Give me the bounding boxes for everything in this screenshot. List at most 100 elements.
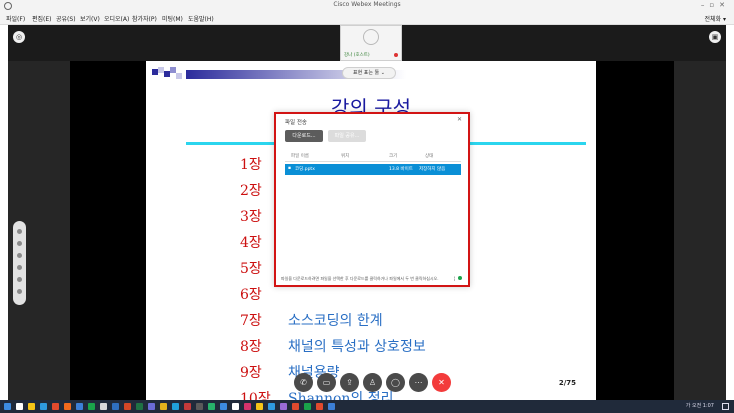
menu-meeting[interactable]: 미팅(M) (162, 14, 183, 23)
window-title: Cisco Webex Meetings (333, 1, 401, 8)
app-icon[interactable] (292, 403, 299, 410)
menu-help[interactable]: 도움말(H) (188, 14, 214, 23)
share-icon[interactable]: ⇪ (340, 373, 359, 392)
pin-icon[interactable]: ¦ (453, 276, 455, 282)
fullscreen-menu[interactable]: 전체화 ▾ (705, 14, 726, 23)
search-icon[interactable] (16, 403, 23, 410)
column-header: 위치 (341, 154, 350, 159)
word-icon[interactable] (112, 403, 119, 410)
menu-audio[interactable]: 오디오(A) (104, 14, 129, 23)
info-icon[interactable]: ◎ (13, 31, 25, 43)
column-header: 파일 이름 (291, 154, 309, 159)
video-icon[interactable]: ▭ (317, 373, 336, 392)
app-icon[interactable] (100, 403, 107, 410)
download-button[interactable]: 다운로드... (285, 130, 323, 142)
excel-icon[interactable] (136, 403, 143, 410)
app-icon[interactable] (172, 403, 179, 410)
chapter-title: 소스코딩의 한계 (288, 313, 383, 329)
annotation-toolbar[interactable] (13, 221, 26, 305)
line-tool-icon[interactable] (17, 253, 22, 258)
app-icon[interactable] (76, 403, 83, 410)
app-icon[interactable] (196, 403, 203, 410)
folder-icon[interactable] (28, 403, 35, 410)
left-panel (8, 61, 70, 400)
chapter-number: 8장 (240, 339, 262, 355)
chapter-number: 3장 (240, 209, 262, 225)
chapter-item: 6장 (240, 284, 570, 306)
muted-icon (394, 53, 398, 57)
phone-icon[interactable]: ✆ (294, 373, 313, 392)
chapter-number: 10장 (240, 391, 271, 400)
chapter-number: 4장 (240, 235, 262, 251)
file-table-header: 파일 이름 위치 크기 상태 (285, 152, 461, 162)
participants-icon[interactable]: ♙ (363, 373, 382, 392)
column-header: 크기 (389, 154, 398, 159)
table-row[interactable]: ▪ 코딩.pptx 13.8 바이트 저장하지 않음 (285, 164, 461, 175)
close-icon[interactable]: ✕ (457, 116, 462, 123)
dialog-footer-icons: ¦ (453, 276, 462, 282)
menu-file[interactable]: 파일(F) (6, 14, 25, 23)
end-call-icon[interactable]: ✕ (432, 373, 451, 392)
chapter-number: 1장 (240, 157, 262, 173)
share-file-button[interactable]: 파일 공유... (328, 130, 366, 142)
slide-page-number: 2/75 (558, 379, 576, 387)
app-icon[interactable] (64, 403, 71, 410)
file-transfer-dialog: 파일 전송 ✕ 다운로드... 파일 공유... 파일 이름 위치 크기 상태 … (274, 112, 470, 287)
right-panel (674, 61, 726, 400)
webex-taskbar-icon[interactable] (208, 403, 215, 410)
avatar (363, 29, 379, 45)
view-options-dropdown[interactable]: 표현 표는 툴 ⌄ (342, 67, 396, 79)
meeting-area: ◎ 강나 (호스트) ▣ 표현 표는 툴 ⌄ 강의 구성 1장 2장 3장 4장… (8, 25, 726, 400)
chapter-number: 5장 (240, 261, 262, 277)
edge-icon[interactable] (40, 403, 47, 410)
app-icon[interactable] (148, 403, 155, 410)
app-icon[interactable] (88, 403, 95, 410)
app-icon[interactable] (316, 403, 323, 410)
app-icon[interactable] (328, 403, 335, 410)
app-icon[interactable] (304, 403, 311, 410)
pointer-icon[interactable] (17, 229, 22, 234)
app-icon[interactable] (256, 403, 263, 410)
column-header: 상태 (425, 154, 434, 159)
app-icon[interactable] (232, 403, 239, 410)
chrome-icon[interactable] (52, 403, 59, 410)
chapter-item: 9장 채널용량 (240, 362, 570, 384)
menu-bar: 파일(F) 편집(E) 공유(S) 보기(V) 오디오(A) 참가자(P) 미팅… (0, 13, 734, 25)
chat-icon[interactable]: ◯ (386, 373, 405, 392)
title-bar: Cisco Webex Meetings –▫✕ (0, 0, 734, 13)
more-icon[interactable]: ⋯ (409, 373, 428, 392)
eraser-icon[interactable] (17, 289, 22, 294)
powerpoint-icon[interactable] (124, 403, 131, 410)
self-video-thumbnail[interactable]: 강나 (호스트) (340, 25, 402, 61)
chapter-item: 10장 Shannon의 정리 (240, 388, 570, 400)
layout-icon[interactable]: ▣ (709, 31, 721, 43)
dialog-footer-text: 파일을 다운로드하려면 파일을 선택한 후 다운로드를 클릭하거나 파일에서 두… (281, 276, 439, 281)
chapter-number: 2장 (240, 183, 262, 199)
windows-start-icon[interactable] (4, 403, 11, 410)
zoom-in-icon[interactable] (17, 265, 22, 270)
chapter-item: 8장 채널의 특성과 상호정보 (240, 336, 570, 358)
slide-margin-right (596, 61, 674, 400)
app-icon[interactable] (244, 403, 251, 410)
system-tray-clock[interactable]: 가 오전 1:07 (686, 402, 714, 409)
app-icon[interactable] (220, 403, 227, 410)
text-tool-icon[interactable] (17, 241, 22, 246)
file-name: 코딩.pptx (295, 167, 315, 172)
meeting-top-bar: ◎ 강나 (호스트) ▣ (8, 25, 726, 61)
zoom-out-icon[interactable] (17, 277, 22, 282)
chapter-number: 7장 (240, 313, 262, 329)
menu-participants[interactable]: 참가자(P) (132, 14, 157, 23)
file-icon: ▪ (288, 166, 292, 171)
self-name: 강나 (호스트) (344, 53, 370, 58)
slide-decoration (152, 67, 186, 81)
menu-share[interactable]: 공유(S) (56, 14, 76, 23)
menu-edit[interactable]: 편집(E) (32, 14, 52, 23)
window-controls[interactable]: –▫✕ (701, 1, 730, 9)
app-icon[interactable] (160, 403, 167, 410)
app-icon[interactable] (268, 403, 275, 410)
menu-view[interactable]: 보기(V) (80, 14, 100, 23)
app-icon[interactable] (184, 403, 191, 410)
file-status: 저장하지 않음 (419, 167, 446, 172)
notification-icon[interactable] (722, 403, 729, 410)
app-icon[interactable] (280, 403, 287, 410)
